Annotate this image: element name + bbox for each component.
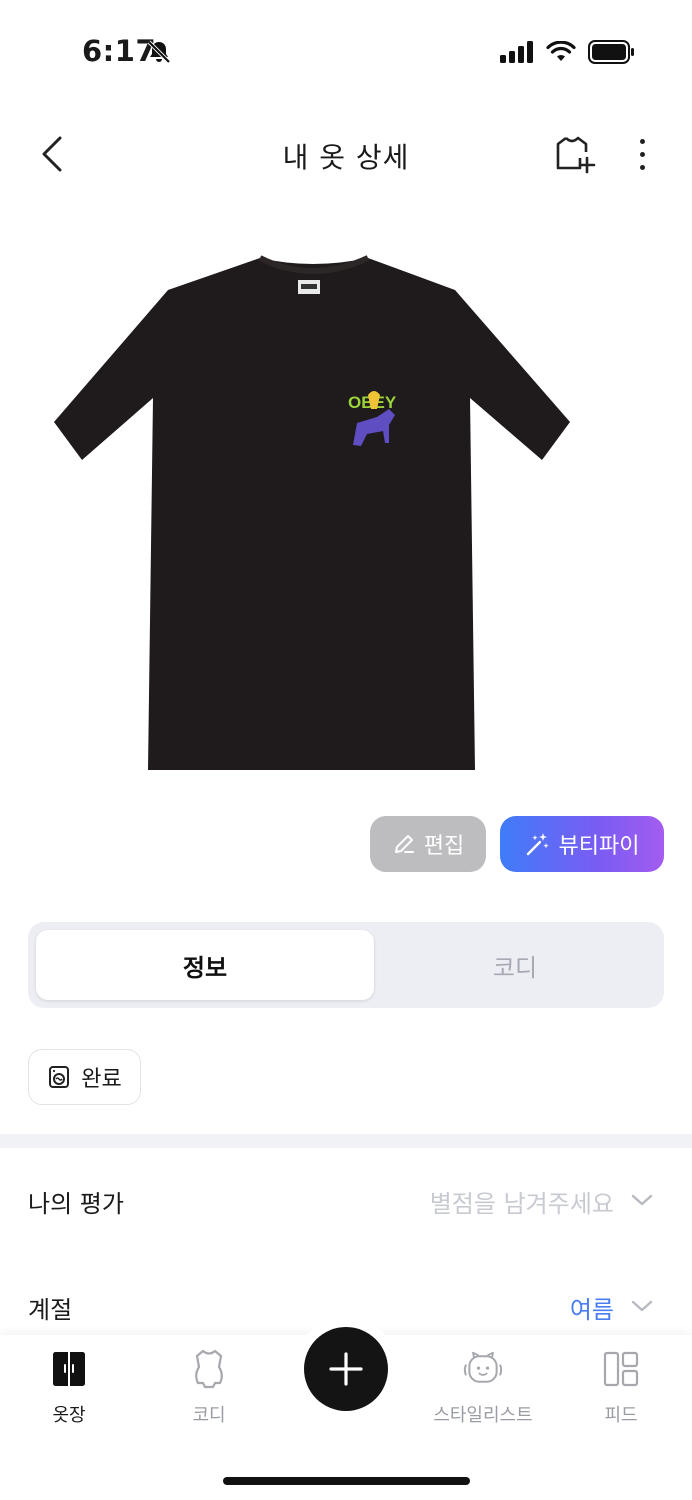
dot — [639, 138, 645, 144]
wash-status-chip[interactable]: 완료 — [28, 1049, 141, 1105]
tab-coordi[interactable]: 코디 — [144, 1349, 274, 1429]
cellular-signal-icon — [500, 41, 533, 63]
dot — [639, 164, 645, 170]
beautify-button[interactable]: 뷰티파이 — [500, 816, 664, 872]
rating-row[interactable]: 나의 평가 별점을 남겨주세요 — [0, 1166, 692, 1236]
tab-stylist[interactable]: 스타일리스트 — [418, 1349, 548, 1429]
tab-label: 피드 — [604, 1405, 638, 1426]
beautify-label: 뷰티파이 — [558, 834, 640, 859]
pencil-icon — [394, 835, 414, 853]
action-row: 편집 뷰티파이 — [0, 816, 692, 876]
navigation-bar: 내 옷 상세 — [0, 118, 692, 190]
tab-coordi[interactable]: 코디 — [374, 930, 656, 1000]
magic-wand-icon — [526, 833, 549, 856]
robot-face-icon — [463, 1349, 503, 1389]
add-clothing-icon[interactable] — [552, 132, 596, 176]
tab-label: 옷장 — [52, 1405, 86, 1426]
dot — [639, 151, 645, 157]
plus-icon — [329, 1352, 363, 1386]
rating-placeholder: 별점을 남겨주세요 — [429, 1190, 614, 1218]
add-button[interactable] — [304, 1327, 388, 1411]
bottom-tab-bar: 옷장 코디 스타일리스트 피드 — [0, 1317, 692, 1500]
segmented-control: 정보 코디 — [28, 922, 664, 1008]
tab-info[interactable]: 정보 — [36, 930, 374, 1000]
tab-label: 코디 — [192, 1405, 226, 1426]
edit-button[interactable]: 편집 — [370, 816, 486, 872]
rating-label: 나의 평가 — [28, 1190, 124, 1218]
bell-muted-icon — [147, 40, 171, 64]
battery-icon — [588, 40, 634, 64]
closet-icon — [49, 1349, 89, 1389]
status-icons — [500, 40, 636, 64]
season-label: 계절 — [28, 1296, 73, 1324]
washing-machine-icon — [49, 1066, 70, 1088]
clothing-photo[interactable]: OBEY — [50, 250, 575, 775]
chevron-down-icon — [631, 1194, 653, 1206]
wifi-icon — [546, 41, 576, 61]
chevron-down-icon — [631, 1300, 653, 1312]
wash-status-label: 완료 — [81, 1067, 122, 1092]
edit-label: 편집 — [423, 834, 465, 859]
status-bar: 6:17 — [0, 0, 692, 100]
section-divider — [0, 1134, 692, 1148]
tab-feed[interactable]: 피드 — [556, 1349, 686, 1429]
home-indicator — [223, 1477, 470, 1485]
mannequin-icon — [189, 1349, 229, 1389]
tab-closet[interactable]: 옷장 — [4, 1349, 134, 1429]
season-value: 여름 — [569, 1296, 614, 1324]
tab-label: 스타일리스트 — [433, 1405, 533, 1426]
more-options-button[interactable] — [626, 132, 658, 176]
feed-grid-icon — [601, 1349, 641, 1389]
